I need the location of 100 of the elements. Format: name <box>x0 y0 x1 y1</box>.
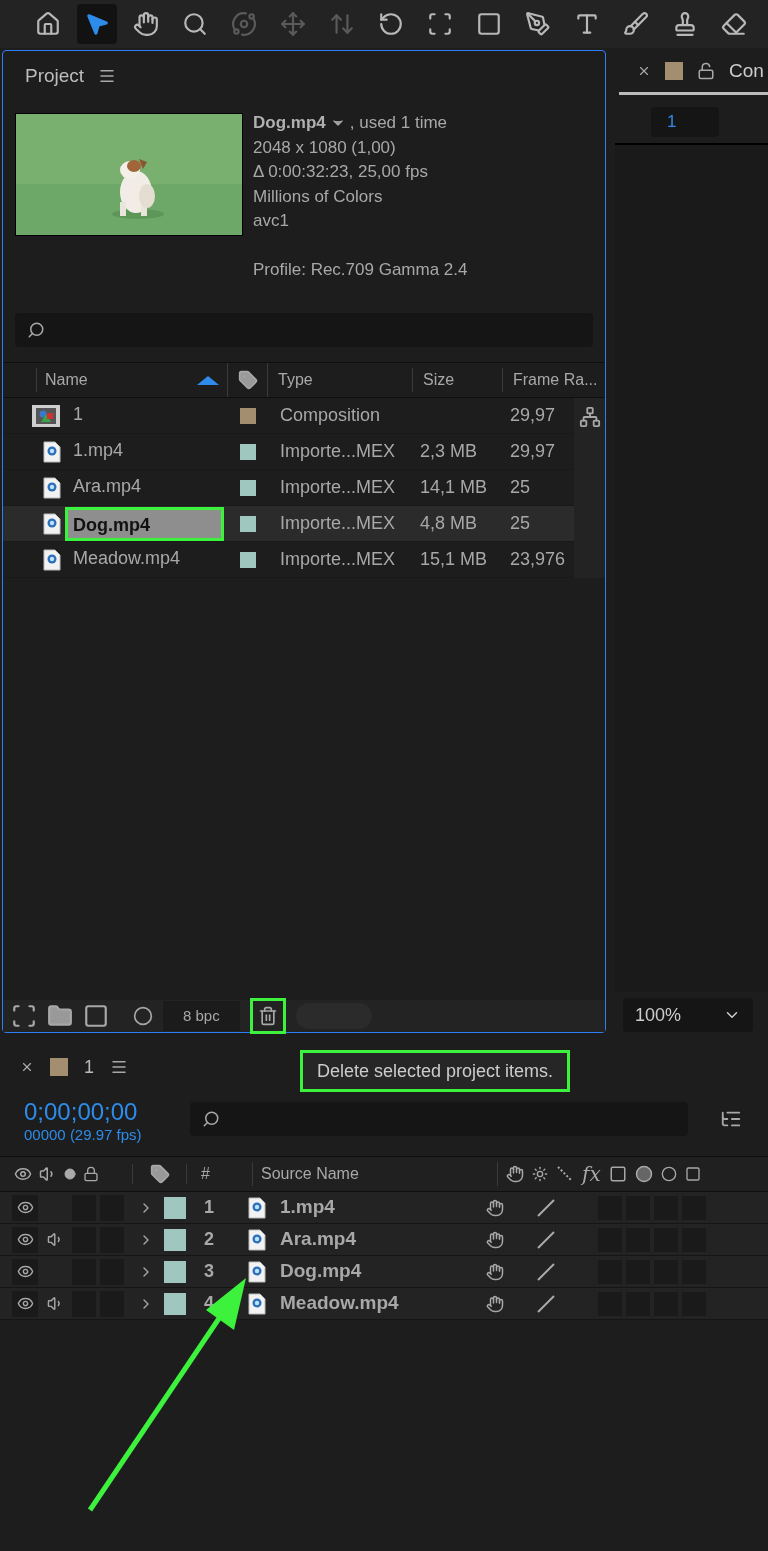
item-size: 14,1 MB <box>419 476 489 499</box>
close-icon[interactable] <box>637 64 651 78</box>
item-frame-rate: 29,97 <box>509 404 557 427</box>
label-swatch[interactable] <box>240 443 256 460</box>
label-swatch[interactable] <box>164 1292 186 1315</box>
shy-icon[interactable] <box>506 1165 524 1183</box>
column-header[interactable]: Source Name <box>253 1162 498 1186</box>
timecode[interactable]: 0;00;00;00 <box>24 1098 190 1126</box>
motion-blur-icon[interactable] <box>634 1165 653 1183</box>
flowchart-icon[interactable] <box>578 406 601 428</box>
footage-detail: Δ 0:00:32:23, 25,00 fps <box>253 161 429 183</box>
folder-icon[interactable] <box>47 1003 73 1029</box>
shy-icon[interactable] <box>486 1198 504 1217</box>
solo-icon[interactable] <box>64 1168 76 1180</box>
shy-icon[interactable] <box>486 1230 504 1249</box>
shy-icon[interactable] <box>486 1294 504 1313</box>
timeline-tab[interactable]: 1 <box>84 1053 94 1081</box>
item-name: 1.mp4 <box>72 438 125 462</box>
item-size: 15,1 MB <box>419 548 489 571</box>
trash-icon <box>257 1006 278 1026</box>
item-frame-rate: 29,97 <box>509 440 557 463</box>
label-swatch[interactable] <box>164 1196 186 1219</box>
composition-field[interactable]: 1 <box>651 107 719 137</box>
layer-name: Meadow.mp4 <box>279 1291 400 1316</box>
eye-icon[interactable] <box>16 1263 34 1280</box>
layer-row[interactable]: 1 1.mp4 <box>0 1192 768 1224</box>
search-icon <box>202 1110 220 1128</box>
menu-icon[interactable] <box>98 67 117 85</box>
file-icon <box>43 512 61 535</box>
layer-number: 2 <box>203 1228 215 1251</box>
select-tool-icon[interactable] <box>77 4 117 44</box>
quality-icon[interactable] <box>536 1293 556 1314</box>
search-field[interactable] <box>15 313 593 347</box>
footage-name: Dog.mp4 <box>253 112 326 134</box>
panel-title: Project <box>25 63 85 88</box>
close-icon[interactable] <box>20 1060 34 1074</box>
column-header[interactable]: # <box>187 1162 253 1186</box>
label-swatch[interactable] <box>240 407 256 424</box>
label-icon[interactable] <box>149 1164 170 1184</box>
footage-detail: 2048 x 1080 (1,00) <box>253 136 397 159</box>
menu-icon[interactable] <box>110 1058 128 1076</box>
file-icon <box>248 1260 266 1283</box>
eye-icon[interactable] <box>16 1295 34 1312</box>
layer-name: 1.mp4 <box>279 1195 336 1220</box>
eye-icon[interactable] <box>16 1231 34 1248</box>
lock-icon[interactable] <box>83 1166 99 1182</box>
sort-arrow-icon[interactable] <box>197 375 219 385</box>
zoom-dropdown[interactable]: 100% <box>623 998 753 1032</box>
file-icon <box>248 1196 266 1219</box>
sun-icon[interactable] <box>532 1166 548 1182</box>
quality-icon[interactable] <box>536 1197 556 1218</box>
label-swatch[interactable] <box>240 551 256 568</box>
project-item[interactable]: 1 Composition 29,97 <box>3 398 574 434</box>
item-type: Importe...MEX <box>279 512 397 535</box>
project-item[interactable]: 1.mp4 Importe...MEX 2,3 MB 29,97 <box>3 434 574 470</box>
eye-icon[interactable] <box>14 1165 32 1183</box>
usage-text: , used 1 time <box>349 112 448 134</box>
item-type: Importe...MEX <box>279 476 397 499</box>
layer-name: Dog.mp4 <box>279 1259 363 1284</box>
layer-row[interactable]: 2 Ara.mp4 <box>0 1224 768 1256</box>
eye-icon[interactable] <box>16 1199 34 1216</box>
label-icon[interactable] <box>237 370 258 390</box>
zoom-value: 100% <box>635 1003 682 1027</box>
layer-number: 1 <box>203 1196 215 1219</box>
lock-icon[interactable] <box>697 62 715 80</box>
panel-tab[interactable]: Con <box>729 56 764 86</box>
bit-depth-button[interactable]: 8 bpc <box>163 1001 240 1031</box>
tooltip: Delete selected project items. <box>300 1050 571 1092</box>
label-swatch[interactable] <box>164 1260 186 1283</box>
composition-icon <box>31 403 61 428</box>
label-swatch[interactable] <box>240 515 256 532</box>
composition-color <box>665 62 683 80</box>
effects-icon[interactable]: fx <box>582 1159 601 1189</box>
quality-icon[interactable] <box>536 1261 556 1282</box>
project-item[interactable]: Dog.mp4 Importe...MEX 4,8 MB 25 <box>3 506 574 542</box>
quality-icon[interactable] <box>556 1165 574 1183</box>
file-icon <box>43 548 61 571</box>
frame-info: 00000 (29.97 fps) <box>24 1126 143 1144</box>
item-size: 4,8 MB <box>419 512 479 535</box>
label-swatch[interactable] <box>240 479 256 496</box>
quality-icon[interactable] <box>536 1229 556 1250</box>
layer-number: 3 <box>203 1260 215 1283</box>
column-header[interactable]: Frame Ra... <box>503 368 600 392</box>
file-icon <box>248 1228 266 1251</box>
file-icon <box>43 440 61 463</box>
trash-button[interactable] <box>249 998 286 1034</box>
search-icon <box>27 321 45 339</box>
column-header[interactable]: Type <box>268 368 413 392</box>
label-swatch[interactable] <box>164 1228 186 1251</box>
search-field[interactable] <box>190 1102 688 1136</box>
shy-icon[interactable] <box>486 1262 504 1281</box>
footage-detail: Millions of Colors <box>253 185 384 208</box>
item-frame-rate: 23,976 <box>509 548 567 571</box>
layer-row[interactable]: 3 Dog.mp4 <box>0 1256 768 1288</box>
column-header[interactable]: Name <box>36 368 197 392</box>
item-name: Ara.mp4 <box>72 474 143 498</box>
column-header[interactable]: Size <box>413 368 503 392</box>
file-icon <box>248 1292 266 1315</box>
project-item[interactable]: Meadow.mp4 Importe...MEX 15,1 MB 23,976 <box>3 542 574 578</box>
layer-name: Ara.mp4 <box>279 1227 358 1252</box>
